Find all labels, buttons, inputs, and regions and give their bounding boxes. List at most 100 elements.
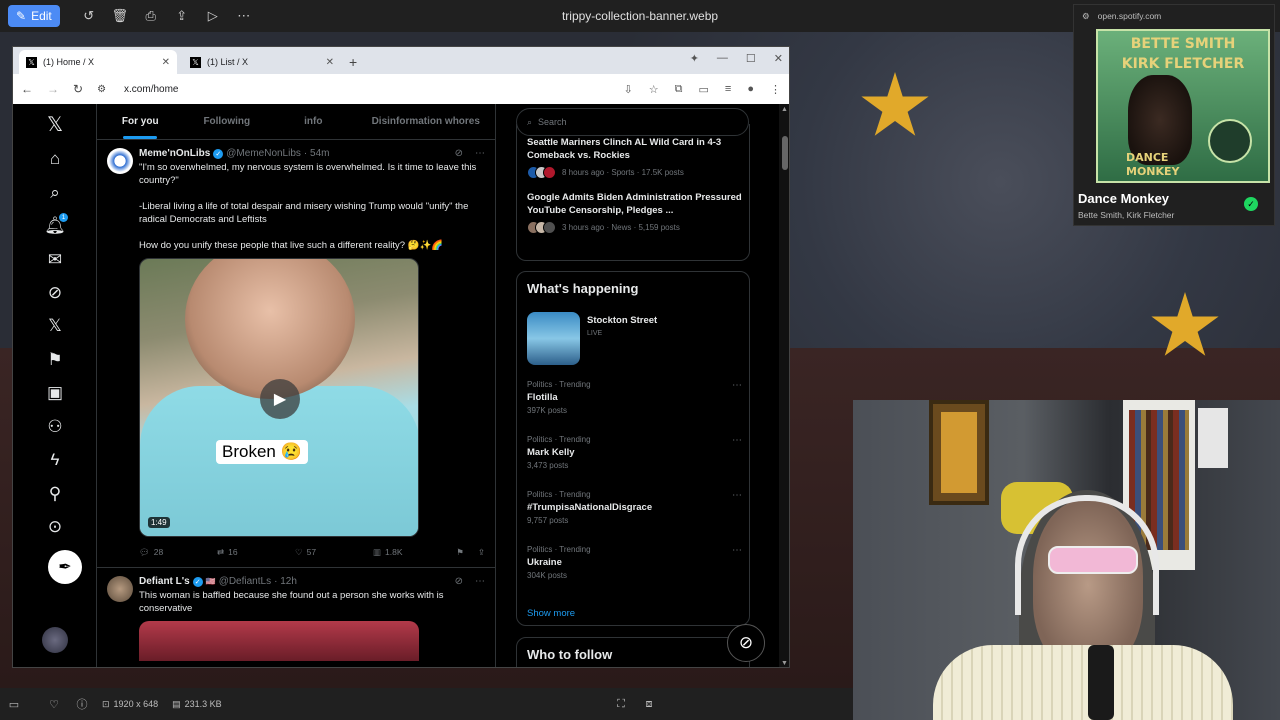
author-name[interactable]: Meme'nOnLibs xyxy=(139,148,210,159)
tweet[interactable]: Meme'nOnLibs ✓ @MemeNonLibs · 54m ⊘ ⋯ "I'… xyxy=(97,140,495,568)
grok-icon[interactable]: ⊘ xyxy=(455,576,463,587)
tab-following[interactable]: Following xyxy=(184,104,271,139)
install-icon[interactable]: ⇩ xyxy=(624,83,633,96)
premium-x-icon[interactable]: 𝕏 xyxy=(43,314,67,338)
scroll-up-icon[interactable]: ▲ xyxy=(781,106,788,113)
like-button[interactable]: ♡ 57 xyxy=(295,547,373,558)
notifications-bell-icon[interactable]: 🔔︎ 1 xyxy=(43,213,68,238)
lightning-icon[interactable]: ϟ xyxy=(43,448,67,472)
home-icon[interactable]: ⌂ xyxy=(43,147,67,171)
trend-item[interactable]: Politics · Trending Ukraine 304K posts ⋯ xyxy=(527,545,742,580)
live-event-name[interactable]: Stockton Street xyxy=(587,315,657,326)
grok-icon[interactable]: ⊘ xyxy=(455,148,463,159)
close-icon[interactable]: ✕ xyxy=(326,57,334,68)
share-icon[interactable]: ⇪ xyxy=(167,5,197,27)
filmstrip-icon[interactable]: ▭ xyxy=(0,698,28,711)
video-player[interactable]: ▶ Broken 😢 1:49 xyxy=(139,258,419,537)
video-duration: 1:49 xyxy=(148,517,170,528)
search-input[interactable]: ⌕ Search xyxy=(516,108,749,136)
new-tab-icon[interactable]: + xyxy=(349,54,357,70)
trend-item[interactable]: Politics · Trending #TrumpisaNationalDis… xyxy=(527,490,742,525)
tab-for-you[interactable]: For you xyxy=(97,104,184,139)
avatar[interactable] xyxy=(107,148,133,174)
scroll-thumb[interactable] xyxy=(782,136,788,170)
tab-list[interactable]: 𝕏 (1) List / X ✕ xyxy=(183,50,341,74)
tab-home[interactable]: 𝕏 (1) Home / X ✕ xyxy=(19,50,177,74)
site-settings-icon[interactable]: ⚙ xyxy=(1082,11,1090,22)
grok-float-button[interactable]: ⊘ xyxy=(727,624,765,662)
more-circle-icon[interactable]: ⊙ xyxy=(43,515,67,539)
extensions-icon[interactable]: ⧉ xyxy=(675,83,683,96)
avatar[interactable] xyxy=(107,576,133,602)
info-icon[interactable]: ⓘ xyxy=(68,696,96,712)
close-icon[interactable]: ✕ xyxy=(162,57,170,68)
author-handle[interactable]: @MemeNonLibs xyxy=(226,148,301,159)
news-item[interactable]: Seattle Mariners Clinch AL Wild Card in … xyxy=(527,136,742,179)
track-artists[interactable]: Bette Smith, Kirk Fletcher xyxy=(1078,210,1174,220)
messages-icon[interactable]: ✉ xyxy=(43,248,67,272)
compose-post-button[interactable]: ✒ xyxy=(48,550,82,584)
delete-icon[interactable]: 🗑 xyxy=(105,5,135,27)
views-button[interactable]: ▥ 1.8K xyxy=(373,547,451,558)
slideshow-icon[interactable]: ▷ xyxy=(198,5,228,27)
more-icon[interactable]: ⋯ xyxy=(229,5,259,27)
more-icon[interactable]: ⋯ xyxy=(732,380,742,391)
tab-info[interactable]: info xyxy=(270,104,357,139)
play-icon[interactable]: ▶ xyxy=(260,379,300,419)
share-icon[interactable]: ⇪ xyxy=(478,547,485,558)
profile-icon[interactable]: ● xyxy=(747,83,754,96)
maximize-icon[interactable]: ☐ xyxy=(746,52,756,65)
jobs-icon[interactable]: ▣ xyxy=(43,381,67,405)
menu-icon[interactable]: ⋮ xyxy=(770,83,781,96)
account-avatar[interactable] xyxy=(42,627,68,653)
tweet[interactable]: Defiant L's ✓ 🇺🇸 @DefiantLs · 12h ⊘ ⋯ Thi… xyxy=(97,568,495,661)
gemini-icon[interactable]: ✦ xyxy=(690,52,699,65)
repost-button[interactable]: ⇄ 16 xyxy=(217,547,295,558)
reading-list-icon[interactable]: ≡ xyxy=(725,83,731,96)
site-info-icon[interactable]: ⚙ xyxy=(97,84,106,95)
trend-item[interactable]: Politics · Trending Flotilla 397K posts … xyxy=(527,380,742,415)
more-icon[interactable]: ⋯ xyxy=(732,490,742,501)
fit-screen-icon[interactable]: ⛶ xyxy=(607,698,635,711)
more-icon[interactable]: ⋯ xyxy=(475,576,485,587)
author-handle[interactable]: @DefiantLs xyxy=(219,576,271,587)
tweet-time[interactable]: · 12h xyxy=(274,576,297,587)
forward-icon[interactable]: → xyxy=(47,82,59,96)
reply-button[interactable]: 💬︎ 28 xyxy=(139,547,217,558)
tab-list[interactable]: Disinformation whores xyxy=(357,104,495,139)
communities-icon[interactable]: ⚇ xyxy=(43,415,67,439)
bookmarks-icon[interactable]: ⚑ xyxy=(43,348,67,372)
live-thumbnail[interactable] xyxy=(527,312,580,365)
tweet-time[interactable]: · 54m xyxy=(304,148,330,159)
close-window-icon[interactable]: ✕ xyxy=(774,52,783,65)
scrollbar[interactable]: ▲ ▼ xyxy=(779,104,789,667)
trend-item[interactable]: Politics · Trending Mark Kelly 3,473 pos… xyxy=(527,435,742,470)
url-field[interactable]: x.com/home xyxy=(124,84,178,95)
grok-icon[interactable]: ⊘ xyxy=(43,281,67,305)
author-name[interactable]: Defiant L's xyxy=(139,576,190,587)
x-logo-icon[interactable]: 𝕏 xyxy=(43,112,67,136)
favorite-heart-icon[interactable]: ♡ xyxy=(40,698,68,711)
minimize-icon[interactable]: — xyxy=(717,52,728,65)
more-icon[interactable]: ⋯ xyxy=(732,435,742,446)
actual-size-icon[interactable]: ⧈ xyxy=(635,698,663,711)
bookmark-icon[interactable]: ⚑ xyxy=(456,547,464,558)
show-more-link[interactable]: Show more xyxy=(527,608,575,619)
saved-check-icon[interactable]: ✓ xyxy=(1244,197,1258,211)
cast-icon[interactable]: ▭ xyxy=(699,83,709,96)
rotate-icon[interactable]: ↺ xyxy=(74,5,104,27)
section-title: What's happening xyxy=(527,281,639,296)
reload-icon[interactable]: ↻ xyxy=(73,82,83,96)
more-icon[interactable]: ⋯ xyxy=(732,545,742,556)
news-item[interactable]: Google Admits Biden Administration Press… xyxy=(527,191,742,234)
profile-person-icon[interactable]: ⚲ xyxy=(43,482,67,506)
more-icon[interactable]: ⋯ xyxy=(475,148,485,159)
back-icon[interactable]: ← xyxy=(21,82,33,96)
print-icon[interactable]: ⎙ xyxy=(136,5,166,27)
edit-button[interactable]: ✎ Edit xyxy=(8,5,60,27)
track-title[interactable]: Dance Monkey xyxy=(1078,191,1169,206)
bookmark-star-icon[interactable]: ☆ xyxy=(649,83,659,96)
explore-search-icon[interactable]: ⌕ xyxy=(43,181,67,205)
tweet-media[interactable] xyxy=(139,621,419,661)
scroll-down-icon[interactable]: ▼ xyxy=(781,660,788,667)
